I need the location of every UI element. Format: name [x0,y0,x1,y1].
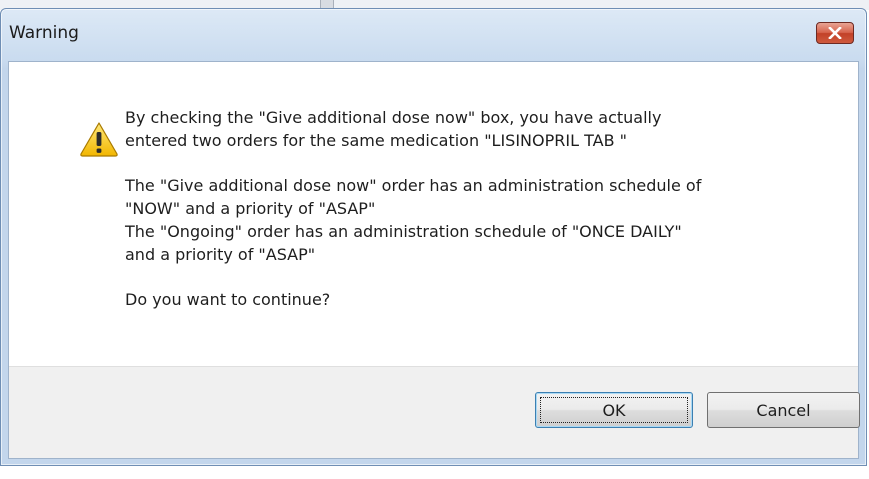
message-line: entered two orders for the same medicati… [125,131,627,150]
ok-button[interactable]: OK [535,392,693,428]
dialog-content: By checking the "Give additional dose no… [8,61,860,459]
dialog-titlebar[interactable]: Warning [1,9,866,61]
message-line: The "Give additional dose now" order has… [125,176,702,195]
message-question: Do you want to continue? [125,290,331,309]
message-line: By checking the "Give additional dose no… [125,108,662,127]
dialog-button-bar: OK Cancel [9,366,860,458]
warning-triangle-icon [79,121,119,157]
message-line: The "Ongoing" order has an administratio… [125,222,682,241]
cancel-button-label: Cancel [756,400,811,420]
ok-button-label: OK [602,400,626,420]
message-line: and a priority of "ASAP" [125,245,316,264]
message-line: "NOW" and a priority of "ASAP" [125,199,376,218]
warning-message: By checking the "Give additional dose no… [125,106,845,311]
close-x-icon [828,27,842,39]
warning-dialog: Warning By checking the "Give additional… [0,8,867,466]
screen: Warning By checking the "Give additional… [0,0,869,479]
dialog-title: Warning [9,23,79,43]
cancel-button[interactable]: Cancel [707,392,860,428]
close-button[interactable] [816,22,854,44]
